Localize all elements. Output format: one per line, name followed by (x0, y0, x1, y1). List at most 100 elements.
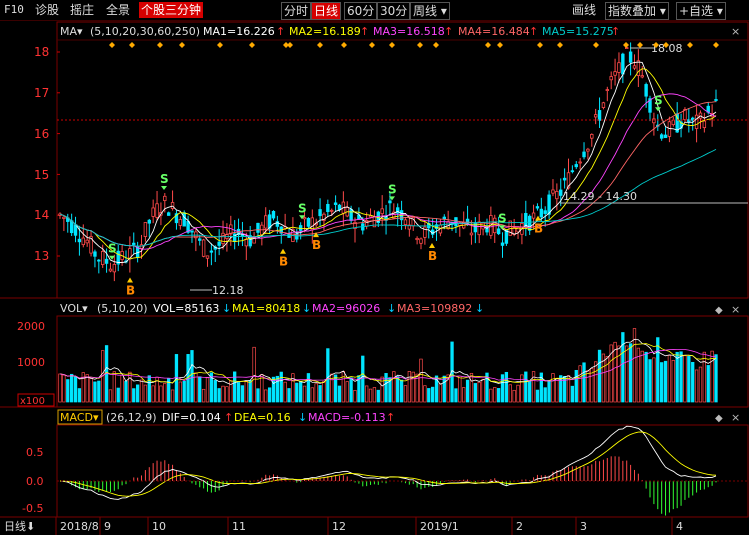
diagnose-stock-button[interactable]: 诊股 (33, 2, 61, 18)
volume-bar (698, 366, 703, 403)
candle-body (151, 207, 155, 217)
close-icon[interactable]: × (731, 411, 740, 424)
macd-tick: 0.5 (26, 446, 44, 459)
range-label: 14.29 - 14.30 (563, 190, 637, 203)
candle-body (559, 189, 563, 196)
index-overlay-button[interactable]: 指数叠加 ▾ (605, 2, 669, 20)
candle-body (306, 217, 311, 227)
volume-bar (264, 389, 268, 403)
volume-bar (97, 380, 101, 403)
period-60min[interactable]: 60分 (344, 2, 378, 20)
candle-body (605, 89, 610, 91)
buy-arrow-icon (429, 242, 435, 248)
panel-menu-icon[interactable]: ◆ (715, 305, 723, 316)
macd-indicator-name[interactable]: MACD▾ (60, 411, 99, 424)
candle-body (570, 170, 575, 173)
close-icon[interactable]: × (731, 303, 740, 316)
volume-bar (295, 382, 299, 403)
toolbar: F10 诊股 摇庄 全景 个股三分钟 分时 日线 60分 30分 周线 ▾ 画线… (0, 0, 749, 21)
candle-body (349, 208, 353, 221)
period-intraday[interactable]: 分时 (281, 2, 312, 20)
volume-bar (306, 373, 311, 403)
volume-bar (116, 387, 120, 403)
volume-bar (411, 371, 415, 403)
candle-body (198, 238, 202, 241)
dealer-button[interactable]: 摇庄 (68, 2, 96, 18)
candle-body (547, 194, 551, 215)
candle-body (419, 238, 423, 244)
arrow-down-icon: ↓ (387, 302, 396, 315)
candle-body (132, 242, 136, 245)
volume-bar (135, 384, 140, 403)
candle-body (182, 212, 186, 227)
volume-bar (353, 390, 357, 403)
candle-body (535, 206, 540, 209)
volume-bar (396, 376, 400, 403)
arrow-up-icon: ↑ (224, 411, 233, 424)
candle-body (652, 118, 656, 124)
buy-signal: B (279, 255, 288, 269)
vol-name: VOL (60, 302, 83, 315)
macd-params: (26,12,9) (106, 411, 157, 424)
event-diamond-icon (217, 42, 223, 48)
volume-bar (384, 373, 388, 403)
candle-body (454, 217, 458, 227)
f10-button[interactable]: F10 (2, 2, 26, 18)
three-minute-button[interactable]: 个股三分钟 (139, 2, 204, 18)
volume-bar (469, 372, 474, 403)
volume-bar (392, 371, 396, 403)
chart-canvas[interactable]: 18.08 12.18 14.29 - 14.30 SBSBSBSBSBS 18… (0, 20, 749, 535)
candle-body (562, 177, 567, 181)
candle-body (77, 238, 82, 243)
ma-line (59, 61, 717, 263)
volume-bar (299, 381, 303, 403)
volume-tick: 2000 (17, 320, 45, 333)
close-icon[interactable]: × (731, 25, 740, 38)
volume-tick: 1000 (17, 356, 45, 369)
volume-bar (617, 345, 621, 403)
event-diamond-icon (129, 42, 135, 48)
price-axis: 18 17 16 15 14 13 (34, 45, 49, 263)
event-diamond-icon (179, 42, 185, 48)
macd-legend: MACD▾ (26,12,9) DIF=0.104 DEA=0.16 MACD=… (57, 409, 395, 425)
ma-indicator-name[interactable]: MA▾ (60, 25, 83, 38)
time-axis: 2018/8 9 10 11 12 2019/1 2 3 4 (55, 517, 683, 535)
arrow-up-icon: ↑ (360, 25, 369, 38)
dea-value: DEA=0.16 (234, 411, 291, 424)
volume-bar (326, 348, 330, 403)
volume-bar (85, 374, 89, 403)
add-watchlist-button[interactable]: +自选 ▾ (676, 2, 726, 20)
period-selector[interactable]: 日线⬇ (4, 519, 35, 533)
volume-bar (403, 385, 408, 403)
volume-bar (399, 379, 404, 403)
panel-menu-icon[interactable]: ◆ (715, 413, 723, 424)
period-30min[interactable]: 30分 (377, 2, 411, 20)
volume-bar (508, 384, 512, 403)
period-daily[interactable]: 日线 (311, 2, 342, 20)
candle-body (97, 259, 101, 262)
candle-body (256, 222, 260, 233)
volume-bar (361, 355, 365, 403)
candle-body (380, 208, 384, 215)
volume-bar (691, 361, 695, 403)
time-tick: 2018/8 (60, 520, 99, 533)
volume-bar (66, 379, 70, 403)
buy-signal: B (534, 222, 543, 236)
volume-bar (213, 380, 217, 403)
overview-button[interactable]: 全景 (104, 2, 132, 18)
volume-bar (438, 383, 443, 403)
vol-value: VOL=85163 (153, 302, 219, 315)
vol-params: (5,10,20) (97, 302, 148, 315)
draw-line-button[interactable]: 画线 (570, 2, 598, 18)
time-tick: 11 (232, 520, 246, 533)
candle-body (403, 219, 408, 225)
vol-indicator-name[interactable]: VOL▾ (60, 302, 88, 315)
candle-body (155, 203, 159, 218)
volume-bar (201, 388, 206, 403)
ma1-value: MA1=16.226 (203, 25, 275, 38)
volume-bar (205, 377, 210, 403)
volume-bar (233, 371, 237, 403)
period-weekly[interactable]: 周线 ▾ (410, 2, 450, 20)
volume-bar (337, 385, 342, 403)
arrow-up-icon: ↑ (529, 25, 538, 38)
